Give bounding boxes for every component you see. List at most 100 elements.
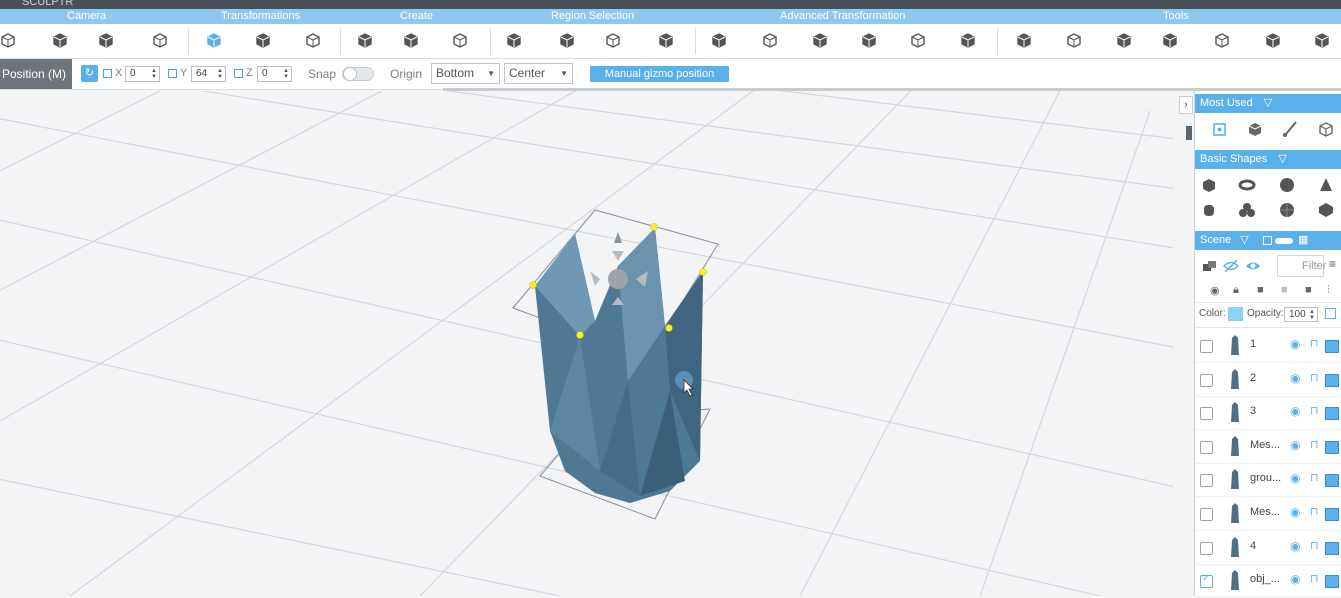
x-input[interactable]: 0 ▲ ▼: [125, 66, 160, 82]
bend-icon[interactable]: [709, 30, 729, 50]
sort-icon[interactable]: ≡: [1329, 257, 1336, 271]
select-region-icon[interactable]: [504, 30, 524, 50]
collapse-panel-button[interactable]: ›: [1179, 96, 1193, 114]
category-tools[interactable]: Tools: [1163, 10, 1189, 22]
category-camera[interactable]: Camera: [67, 10, 106, 22]
object-color-icon[interactable]: [1325, 440, 1339, 454]
scene-item-checkbox[interactable]: [1200, 508, 1213, 521]
tool-wire-icon[interactable]: [1114, 30, 1134, 50]
scene-item[interactable]: 3 ◉ ⊓: [1195, 396, 1341, 431]
hide-all-icon[interactable]: [1221, 256, 1241, 276]
scene-item-checkbox[interactable]: [1200, 373, 1213, 387]
category-region-selection[interactable]: Region Selection: [551, 10, 634, 22]
lock-icon[interactable]: ⊓: [1310, 471, 1319, 484]
camera-screenshot-icon[interactable]: [96, 30, 116, 50]
object-color-icon[interactable]: [1325, 373, 1339, 387]
origin-select[interactable]: Bottom ▼: [431, 63, 500, 84]
scene-option-box[interactable]: [1263, 236, 1272, 245]
z-input[interactable]: 0 ▲ ▼: [257, 66, 292, 82]
camera-fit-icon[interactable]: [150, 30, 170, 50]
scene-item-name[interactable]: 2: [1250, 372, 1256, 384]
lock-icon[interactable]: ⊓: [1310, 438, 1319, 451]
visibility-eye-icon[interactable]: ◉: [1290, 371, 1300, 385]
category-advanced-transformation[interactable]: Advanced Transformation: [780, 10, 905, 22]
most-used-header[interactable]: Most Used ▽: [1195, 94, 1341, 113]
viewport-scroll-thumb[interactable]: [1186, 126, 1192, 140]
create-solid-icon[interactable]: [450, 30, 470, 50]
group-icon[interactable]: [1199, 256, 1219, 276]
y-input[interactable]: 64 ▲ ▼: [191, 66, 226, 82]
scene-item[interactable]: ✓ obj_... ◉ ⊓: [1195, 564, 1341, 598]
lock-icon[interactable]: ⊓: [1310, 404, 1319, 417]
scene-item[interactable]: 1 ◉ ⊓: [1195, 329, 1341, 363]
basic-shapes-header[interactable]: Basic Shapes ▽: [1195, 150, 1341, 169]
cone-icon[interactable]: [1316, 175, 1336, 195]
eye-column-icon[interactable]: ◉: [1210, 284, 1220, 297]
polyhedron-icon[interactable]: [1316, 200, 1336, 220]
visibility-eye-icon[interactable]: ◉: [1290, 471, 1300, 485]
object-color-icon[interactable]: [1325, 474, 1339, 488]
geosphere-icon[interactable]: [1277, 200, 1297, 220]
select-grow-icon[interactable]: [557, 30, 577, 50]
camera-rotate-icon[interactable]: [50, 30, 70, 50]
scene-item-checkbox[interactable]: [1200, 541, 1213, 555]
object-color-icon[interactable]: [1325, 407, 1339, 421]
visibility-eye-icon[interactable]: ◉: [1290, 404, 1300, 418]
object-color-icon[interactable]: [1325, 541, 1339, 555]
scene-item[interactable]: Mes... ◉ ⊓: [1195, 430, 1341, 464]
scene-item[interactable]: 4 ◉ ⊓: [1195, 531, 1341, 565]
scene-item-name[interactable]: obj_...: [1250, 573, 1280, 585]
object-color-icon[interactable]: [1325, 508, 1339, 521]
taper-icon[interactable]: [810, 30, 830, 50]
solid-column-icon[interactable]: ■: [1305, 284, 1312, 296]
visibility-eye-icon[interactable]: ◉: [1290, 337, 1300, 351]
box-outline-icon[interactable]: [1316, 119, 1336, 139]
scene-item-name[interactable]: 3: [1250, 405, 1256, 417]
brush-icon[interactable]: [1281, 119, 1301, 139]
select-transform-icon[interactable]: [603, 30, 623, 50]
scene-header[interactable]: Scene ▽ ▦: [1195, 231, 1341, 250]
scene-item-checkbox[interactable]: [1200, 340, 1213, 353]
select-faces-icon[interactable]: [656, 30, 676, 50]
lock-icon[interactable]: ⊓: [1310, 572, 1319, 585]
grid-icon[interactable]: ▦: [1298, 231, 1308, 250]
levels-column-icon[interactable]: ⫶: [1327, 284, 1330, 297]
object-color-icon[interactable]: [1325, 340, 1339, 353]
lock-icon[interactable]: ⊓: [1310, 505, 1319, 518]
slice-icon[interactable]: [958, 30, 978, 50]
y-checkbox[interactable]: [168, 68, 177, 78]
z-axis-toggle[interactable]: Z: [234, 67, 253, 79]
rotate-tool-icon[interactable]: [1245, 119, 1265, 139]
z-checkbox[interactable]: [234, 68, 243, 78]
tool-knife-icon[interactable]: [1312, 30, 1332, 50]
scene-item-name[interactable]: grou...: [1250, 472, 1281, 484]
scene-item-name[interactable]: Mes...: [1250, 506, 1280, 518]
y-axis-toggle[interactable]: Y: [168, 67, 187, 79]
category-create[interactable]: Create: [400, 10, 433, 22]
manual-gizmo-button[interactable]: Manual gizmo position: [590, 66, 729, 82]
sphere-icon[interactable]: [1277, 175, 1297, 195]
scene-item[interactable]: Mes... ◉ ⊓: [1195, 497, 1341, 531]
scene-filter-input[interactable]: Filter: [1277, 255, 1326, 277]
torus-icon[interactable]: [1237, 175, 1257, 195]
cylinder-icon[interactable]: [1199, 200, 1219, 220]
x-checkbox[interactable]: [103, 68, 112, 78]
create-extrude-icon[interactable]: [401, 30, 421, 50]
wire-column-icon[interactable]: ■: [1281, 284, 1288, 296]
cone-icon[interactable]: [859, 30, 879, 50]
spheres-icon[interactable]: [1237, 200, 1257, 220]
viewport-canvas[interactable]: [0, 91, 1193, 596]
scene-item-checkbox[interactable]: [1200, 474, 1213, 488]
scene-item-checkbox[interactable]: ✓: [1200, 573, 1213, 589]
scene-item-name[interactable]: 4: [1250, 540, 1256, 552]
snap-toggle[interactable]: [342, 67, 374, 81]
tool-sphere-icon[interactable]: [1160, 30, 1180, 50]
camera-reset-icon[interactable]: [0, 30, 18, 50]
tool-solid-icon[interactable]: [1064, 30, 1084, 50]
scene-item-checkbox[interactable]: [1200, 407, 1213, 421]
scene-item[interactable]: 2 ◉ ⊓: [1195, 363, 1341, 397]
move-tool-icon[interactable]: [1210, 119, 1230, 139]
scene-item-name[interactable]: Mes...: [1250, 439, 1280, 451]
warp-icon[interactable]: [908, 30, 928, 50]
scale-tool-icon[interactable]: [303, 30, 323, 50]
